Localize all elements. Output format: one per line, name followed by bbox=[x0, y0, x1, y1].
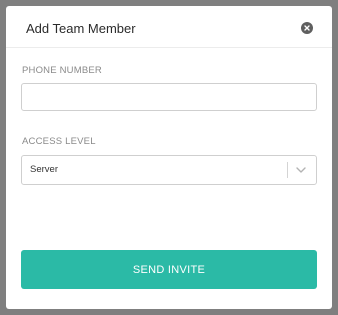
send-invite-button[interactable]: SEND INVITE bbox=[21, 250, 317, 289]
modal-header: Add Team Member bbox=[6, 6, 332, 48]
chevron-down-icon[interactable] bbox=[295, 165, 307, 175]
select-separator bbox=[287, 162, 288, 178]
phone-number-label: PHONE NUMBER bbox=[22, 65, 102, 76]
access-level-select[interactable]: Server bbox=[21, 155, 317, 185]
modal-title: Add Team Member bbox=[26, 21, 136, 36]
access-level-selected-value: Server bbox=[30, 164, 58, 175]
phone-number-input[interactable] bbox=[21, 83, 317, 111]
close-icon[interactable] bbox=[301, 22, 313, 34]
add-team-member-modal: Add Team Member PHONE NUMBER ACCESS LEVE… bbox=[6, 6, 332, 309]
access-level-label: ACCESS LEVEL bbox=[22, 136, 96, 147]
